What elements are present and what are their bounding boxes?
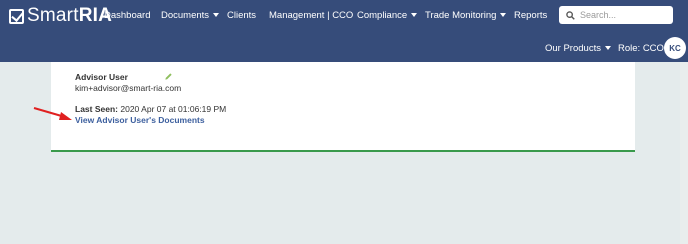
caret-down-icon [604, 46, 611, 51]
caret-down-icon [213, 13, 220, 18]
nav-management-label: Management | CCO [269, 10, 354, 21]
pencil-icon[interactable] [164, 72, 173, 81]
role-indicator: Role: CCO [618, 43, 664, 55]
view-documents-link[interactable]: View Advisor User's Documents [75, 115, 205, 125]
our-products-menu[interactable]: Our Products [545, 43, 611, 55]
advisor-email: kim+advisor@smart-ria.com [75, 83, 182, 93]
advisor-card: Advisor User kim+advisor@smart-ria.com L… [51, 62, 635, 152]
nav-compliance[interactable]: Compliance [357, 10, 418, 22]
last-seen: Last Seen: 2020 Apr 07 at 01:06:19 PM [75, 104, 226, 114]
advisor-name: Advisor User [75, 72, 128, 82]
last-seen-value: 2020 Apr 07 at 01:06:19 PM [120, 104, 227, 114]
logo-check-icon [9, 8, 24, 24]
our-products-label: Our Products [545, 43, 601, 54]
nav-clients[interactable]: Clients [227, 10, 256, 22]
nav-dashboard-label: Dashboard [104, 10, 151, 21]
logo-text-smart: Smart [27, 5, 79, 26]
user-avatar[interactable]: KC [664, 37, 686, 59]
nav-management-cco[interactable]: Management | CCO [269, 10, 353, 22]
nav-documents-label: Documents [161, 10, 210, 21]
smartria-logo[interactable]: Smart RIA [9, 5, 112, 26]
search-input[interactable] [580, 10, 668, 20]
red-arrow-annotation [33, 107, 72, 120]
nav-documents[interactable]: Documents [161, 10, 220, 22]
nav-compliance-label: Compliance [357, 10, 408, 21]
role-label: Role: CCO [618, 43, 664, 54]
search-box[interactable] [559, 6, 673, 24]
nav-trade-monitoring-label: Trade Monitoring [425, 10, 497, 21]
caret-down-icon [500, 13, 507, 18]
top-navbar: Smart RIA Dashboard Documents Clients Man… [0, 0, 688, 62]
nav-clients-label: Clients [227, 10, 257, 21]
search-icon [566, 10, 575, 20]
caret-down-icon [411, 13, 418, 18]
nav-reports[interactable]: Reports [514, 10, 547, 22]
nav-reports-label: Reports [514, 10, 548, 21]
last-seen-label: Last Seen: [75, 104, 118, 114]
nav-dashboard[interactable]: Dashboard [104, 10, 150, 22]
nav-trade-monitoring[interactable]: Trade Monitoring [425, 10, 507, 22]
scrollbar[interactable] [680, 62, 688, 244]
